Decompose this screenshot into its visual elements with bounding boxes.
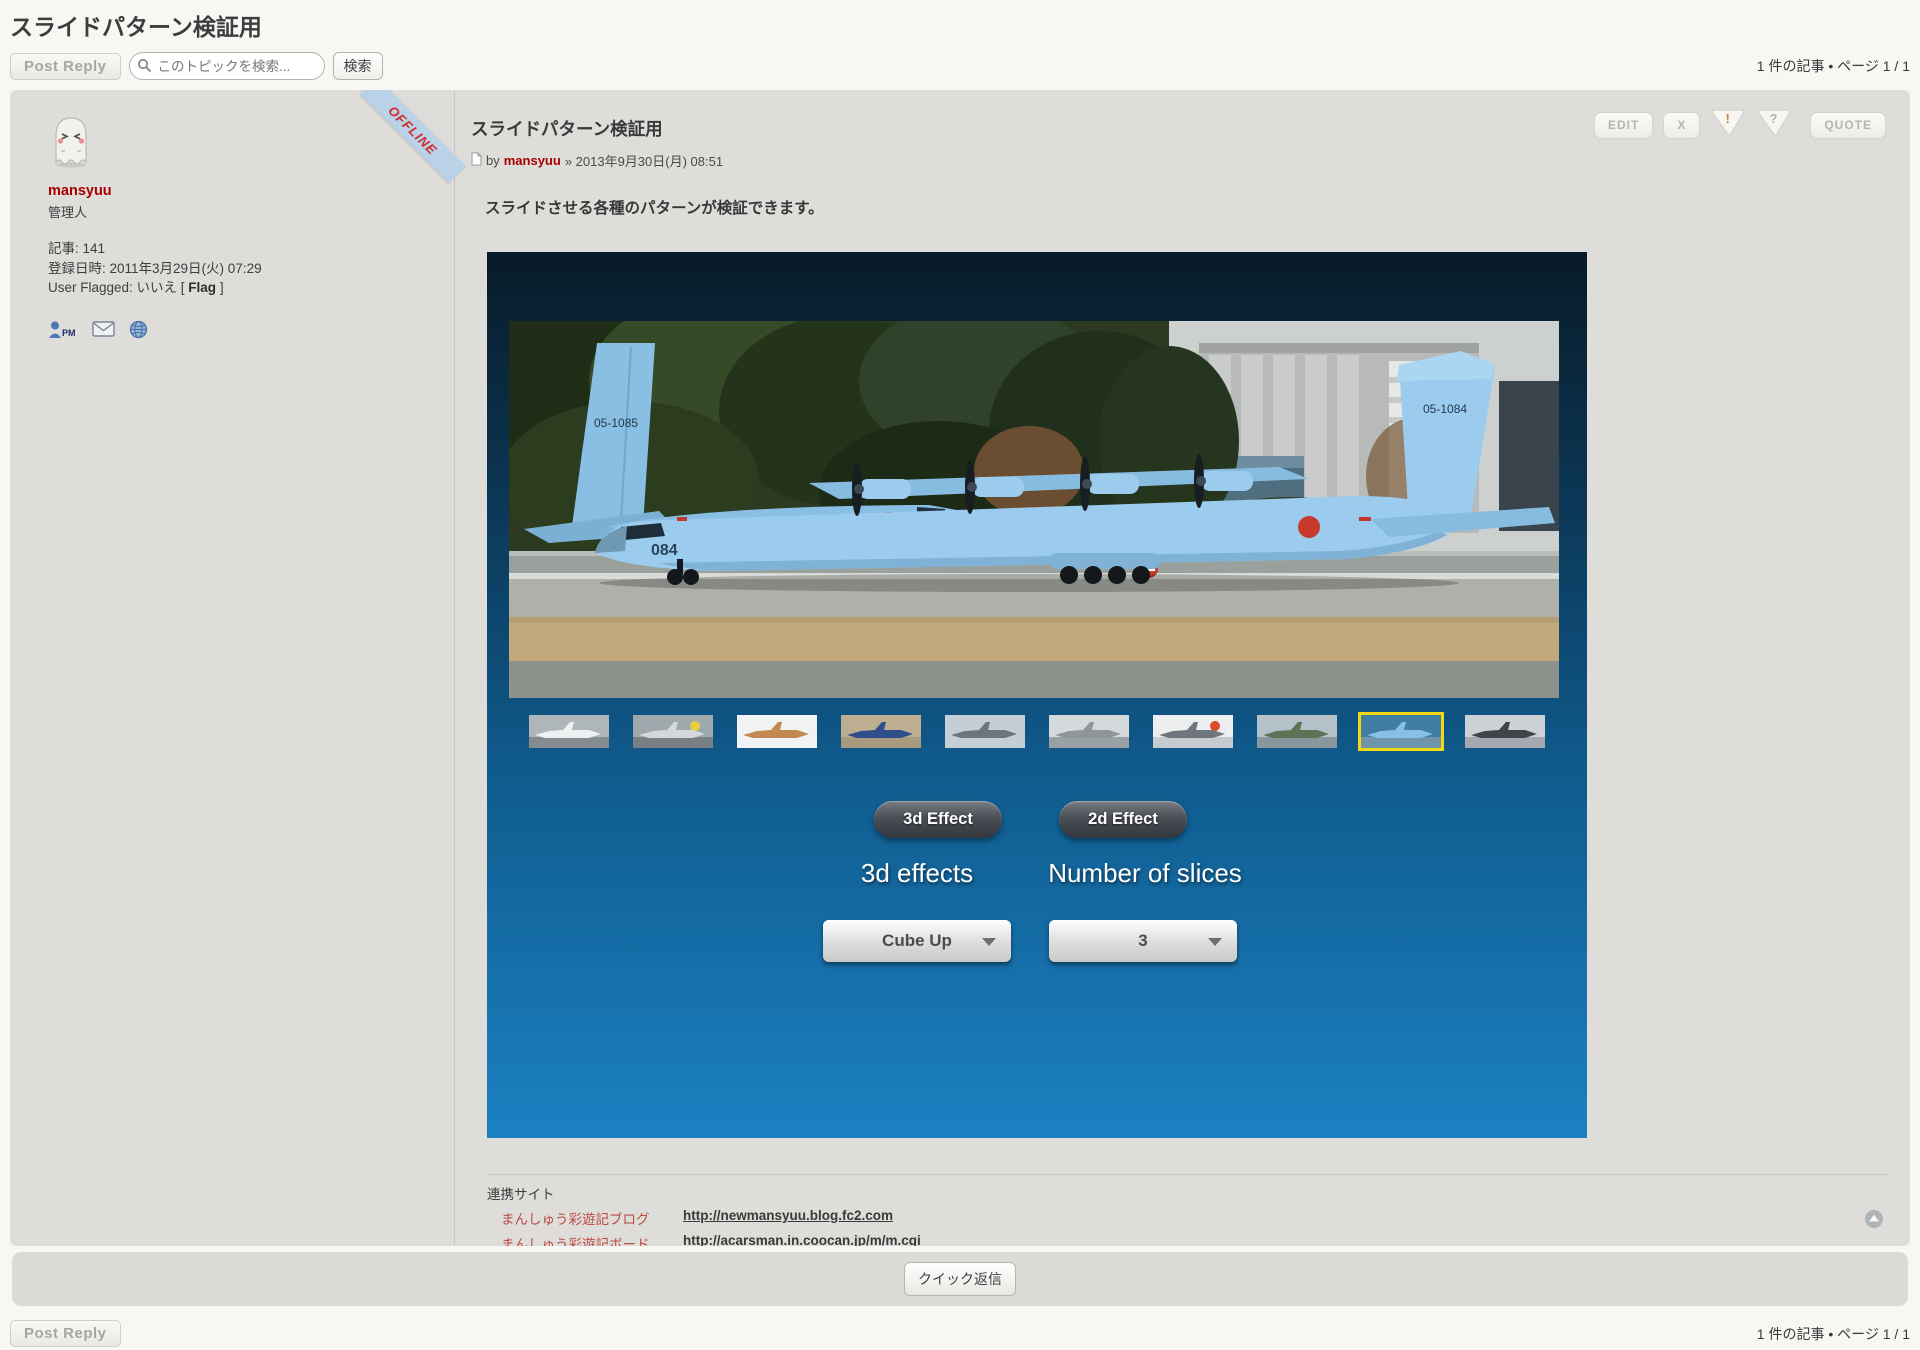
edit-button[interactable]: EDIT — [1594, 112, 1653, 139]
post-reply-button-bottom[interactable]: Post Reply — [10, 1320, 121, 1347]
thumbnail-green-transport[interactable] — [1257, 715, 1337, 748]
report-button[interactable]: ! — [1710, 108, 1746, 142]
flag-suffix: ] — [216, 280, 224, 295]
thumbnail-blue-f2-taxi[interactable] — [841, 715, 921, 748]
post-reply-button[interactable]: Post Reply — [10, 53, 121, 80]
svg-text:!: ! — [1726, 111, 1730, 126]
byline-date: » 2013年9月30日(月) 08:51 — [565, 151, 723, 170]
username[interactable]: mansyuu — [48, 183, 454, 199]
thumbnail-blue-c130[interactable] — [1361, 715, 1441, 748]
slideshow-widget: 05-1085 084 — [487, 252, 1587, 1138]
flag-prefix: User Flagged: いいえ [ — [48, 280, 188, 295]
top-toolbar: Post Reply 検索 1 件の記事 • ページ 1 / 1 — [10, 52, 1910, 80]
signature-link-url[interactable]: http://newmansyuu.blog.fc2.com — [683, 1208, 893, 1228]
user-profile-column: mansyuu 管理人 記事: 141 登録日時: 2011年3月29日(火) … — [10, 90, 455, 1246]
signature-link-row: まんしゅう彩遊記ブログ http://newmansyuu.blog.fc2.c… — [501, 1208, 1888, 1228]
thumbnail-dark-aircraft-hangar[interactable] — [1465, 715, 1545, 748]
2d-effect-button[interactable]: 2d Effect — [1059, 801, 1187, 838]
user-stats: 記事: 141 登録日時: 2011年3月29日(火) 07:29 User F… — [48, 239, 454, 298]
slices-dropdown[interactable]: 3 — [1049, 920, 1237, 962]
signature-link-url[interactable]: http://acarsman.in.coocan.jp/m/m.cgi — [683, 1233, 921, 1246]
delete-button[interactable]: X — [1663, 112, 1700, 139]
post-action-buttons: EDIT X ! ? QUOTE — [1594, 108, 1886, 142]
thumbnail-phantom-sunburst[interactable] — [1153, 715, 1233, 748]
signature-link-label: まんしゅう彩遊記ブログ — [501, 1208, 683, 1228]
bottom-pagination: 1 件の記事 • ページ 1 / 1 — [1757, 1324, 1910, 1344]
signature-block: 連携サイト まんしゅう彩遊記ブログ http://newmansyuu.blog… — [487, 1174, 1888, 1246]
flag-link[interactable]: Flag — [188, 280, 216, 295]
thumbnail-gray-jet-taxi[interactable] — [1049, 715, 1129, 748]
signature-link-label: まんしゅう彩遊記ボード — [501, 1233, 683, 1246]
user-rank: 管理人 — [48, 202, 454, 221]
svg-text:05-1084: 05-1084 — [1423, 402, 1467, 416]
email-icon[interactable] — [92, 321, 115, 342]
svg-text:PM: PM — [62, 328, 76, 338]
search-button[interactable]: 検索 — [333, 52, 383, 80]
profile-contact-icons: PM — [48, 320, 454, 344]
post-body-text: スライドさせる各種のパターンが検証できます。 — [485, 196, 1888, 218]
byline-author[interactable]: mansyuu — [504, 153, 561, 168]
post-byline: by mansyuu » 2013年9月30日(月) 08:51 — [471, 151, 1888, 170]
thumbnail-orange-jet-inflight[interactable] — [737, 715, 817, 748]
search-icon — [137, 58, 152, 78]
3d-effect-button[interactable]: 3d Effect — [874, 801, 1002, 838]
signature-link-row: まんしゅう彩遊記ボード http://acarsman.in.coocan.jp… — [501, 1233, 1888, 1246]
slideshow-main-photo[interactable]: 05-1085 084 — [509, 321, 1559, 698]
info-button[interactable]: ? — [1756, 108, 1792, 142]
bottom-toolbar: Post Reply 1 件の記事 • ページ 1 / 1 — [10, 1320, 1910, 1347]
search-input[interactable] — [129, 52, 325, 80]
thumbnail-white-jet-taxi[interactable] — [529, 715, 609, 748]
number-of-slices-label: Number of slices — [1048, 858, 1242, 889]
website-globe-icon[interactable] — [129, 320, 148, 344]
svg-text:084: 084 — [651, 542, 678, 559]
3d-effects-label: 3d effects — [861, 858, 973, 889]
post-content-column: EDIT X ! ? QUOTE スライドパターン検証用 by mansyuu … — [455, 90, 1910, 1246]
flag-line: User Flagged: いいえ [ Flag ] — [48, 278, 454, 298]
quick-reply-button[interactable]: クイック返信 — [904, 1262, 1016, 1296]
effect-dropdown[interactable]: Cube Up — [823, 920, 1011, 962]
post-panel: OFFLINE mansyuu 管理人 記事: 141 登録日時: 2011年3… — [10, 90, 1910, 1246]
top-pagination: 1 件の記事 • ページ 1 / 1 — [1757, 56, 1910, 76]
chevron-down-icon — [1208, 938, 1222, 946]
signature-heading: 連携サイト — [487, 1183, 1888, 1203]
post-page-icon — [471, 152, 482, 169]
pm-icon[interactable]: PM — [48, 320, 78, 344]
quote-button[interactable]: QUOTE — [1810, 112, 1886, 139]
scroll-top-icon[interactable] — [1864, 1209, 1884, 1234]
joined-line: 登録日時: 2011年3月29日(火) 07:29 — [48, 259, 454, 279]
thumbnail-strip — [487, 715, 1587, 748]
page-title: スライドパターン検証用 — [10, 8, 1910, 42]
thumbnail-gray-jet-inflight[interactable] — [945, 715, 1025, 748]
posts-count-line: 記事: 141 — [48, 239, 454, 259]
chevron-down-icon — [982, 938, 996, 946]
topic-search — [129, 52, 325, 80]
thumbnail-jet-yellow-balloon[interactable] — [633, 715, 713, 748]
page-header: スライドパターン検証用 Post Reply 検索 1 件の記事 • ページ 1… — [0, 0, 1920, 80]
quick-reply-band: クイック返信 — [12, 1252, 1908, 1306]
byline-by: by — [486, 153, 500, 168]
svg-text:?: ? — [1770, 111, 1778, 126]
effect-dropdown-value: Cube Up — [882, 931, 952, 951]
slices-dropdown-value: 3 — [1138, 931, 1147, 951]
svg-text:05-1085: 05-1085 — [594, 416, 638, 430]
